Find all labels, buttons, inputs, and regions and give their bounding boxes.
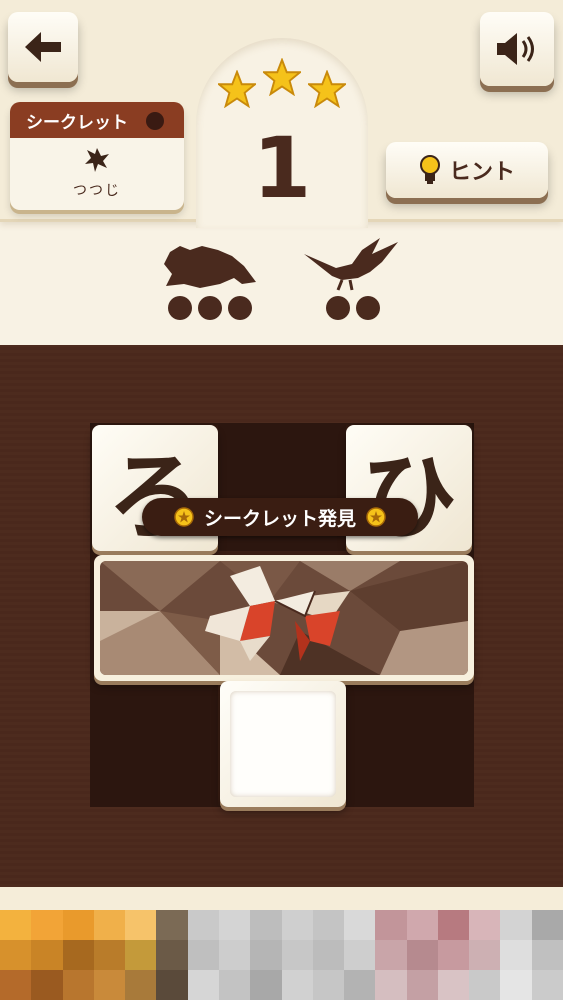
empty-cell (346, 679, 474, 807)
bottom-strip (0, 887, 563, 910)
frog-letter-slots (168, 296, 252, 320)
star-coin-icon (366, 507, 386, 527)
speaker-icon (497, 33, 534, 65)
star-icon (263, 58, 301, 96)
azalea-stained-glass-icon (100, 561, 468, 675)
secret-found-label: シークレット発見 (203, 507, 356, 530)
crane-silhouette-icon (304, 238, 398, 291)
lightbulb-icon (419, 155, 440, 184)
letter-slot (168, 296, 192, 320)
secret-picture-tile[interactable] (94, 555, 474, 681)
hint-label: ヒント (448, 160, 515, 185)
star-icon (308, 70, 346, 108)
frog-silhouette-icon (164, 246, 256, 288)
star-icon (218, 70, 256, 108)
azalea-flower-icon (85, 148, 109, 172)
letter-slot (356, 296, 380, 320)
secret-name: つつじ (73, 183, 121, 199)
arrow-left-icon (25, 32, 61, 62)
secret-found-banner: シークレット発見 (142, 498, 418, 536)
secret-status-dot (146, 112, 164, 130)
blank-tile[interactable] (220, 681, 346, 807)
letter-slot (326, 296, 350, 320)
hint-button[interactable]: ヒント (386, 142, 548, 198)
sound-button[interactable] (480, 12, 554, 86)
secret-header: シークレット (10, 102, 184, 138)
letter-slot (198, 296, 222, 320)
letter-slot (228, 296, 252, 320)
empty-cell (90, 679, 218, 807)
board-area: ろ ひ シークレット発見 (0, 345, 563, 887)
back-button[interactable] (8, 12, 78, 82)
star-rating (218, 58, 346, 108)
crane-letter-slots (326, 296, 380, 320)
ad-banner[interactable] (0, 910, 563, 1000)
secret-card: シークレット つつじ (10, 102, 184, 210)
level-number: 1 (252, 119, 312, 217)
top-panel: 1 ヒント シークレット つつじ (0, 0, 563, 345)
secret-title: シークレット (26, 112, 128, 133)
star-coin-icon (174, 507, 194, 527)
blank-tile-face (230, 691, 336, 797)
